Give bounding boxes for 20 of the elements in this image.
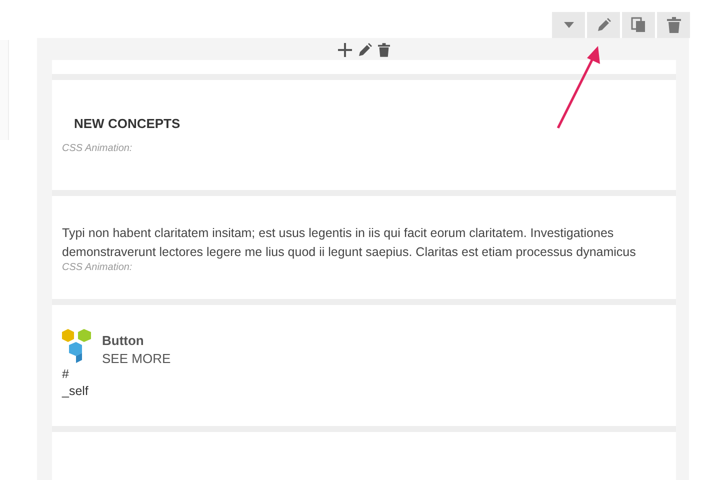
edit-button[interactable]	[587, 12, 620, 38]
target-text: _self	[62, 383, 90, 400]
pencil-icon[interactable]	[358, 43, 372, 57]
cubes-logo-icon	[62, 329, 92, 363]
copy-icon	[630, 17, 646, 33]
element-title: Button	[102, 333, 145, 348]
dropdown-button[interactable]	[552, 12, 585, 38]
pencil-icon	[596, 18, 610, 32]
add-icon[interactable]	[338, 43, 352, 57]
animation-label: CSS Animation:	[62, 143, 134, 154]
button-label-text: SEE MORE	[102, 351, 171, 366]
paragraph-text: Typi non habent claritatem insitam; est usus legentis in iis qui facit eorum claritatem. Investigationes demonstraverunt lectores legere me lius quod ii legunt saepius. Claritas est etiam processus dynamicus	[62, 225, 637, 261]
trash-icon	[666, 17, 680, 33]
link-text: #	[62, 366, 70, 383]
animation-label: CSS Animation:	[62, 262, 134, 273]
heading-text: NEW CONCEPTS	[73, 116, 182, 131]
caret-icon	[564, 22, 574, 28]
clone-button[interactable]	[622, 12, 655, 38]
trash-icon[interactable]	[378, 43, 390, 57]
delete-button[interactable]	[657, 12, 690, 38]
